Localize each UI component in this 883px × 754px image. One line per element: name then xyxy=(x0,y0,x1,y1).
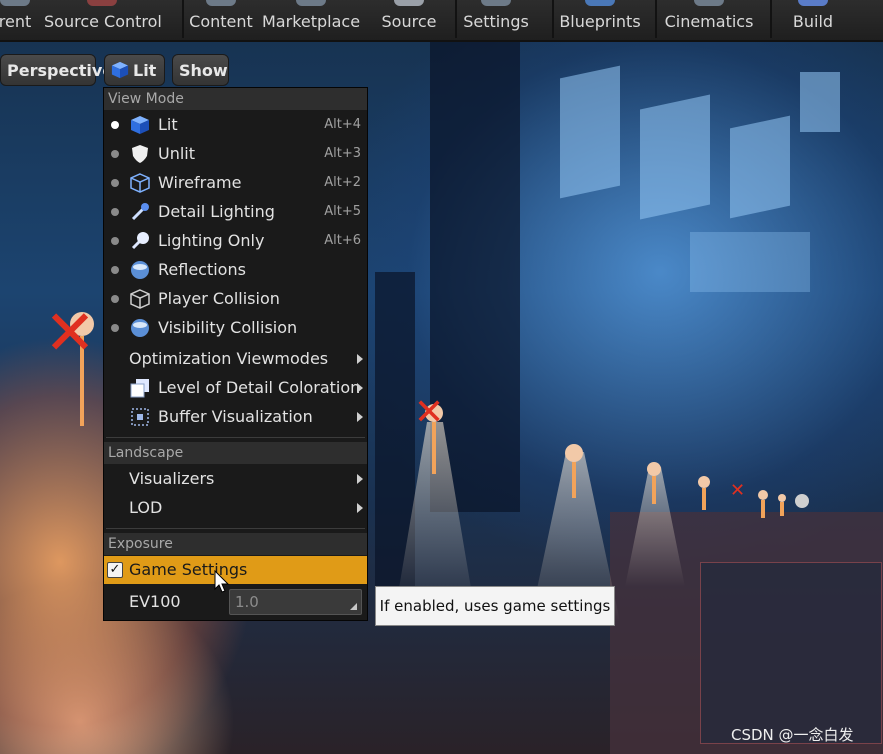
menu-item-lighting-only[interactable]: Lighting Only Alt+6 xyxy=(104,226,367,255)
menu-item-unlit[interactable]: Unlit Alt+3 xyxy=(104,139,367,168)
play-icon xyxy=(0,0,30,6)
scene-box xyxy=(700,562,882,744)
toolbar-separator xyxy=(655,0,657,38)
view-mode-lit-button[interactable]: Lit xyxy=(104,54,165,86)
toolbar-play-button[interactable]: rent xyxy=(0,0,36,40)
player-collision-icon xyxy=(130,289,150,309)
radio-dot xyxy=(111,121,119,129)
menu-item-buffer-visualization[interactable]: Buffer Visualization xyxy=(104,402,367,431)
toolbar-content-button[interactable]: Content xyxy=(188,0,254,40)
unlit-shield-icon xyxy=(132,145,148,163)
radio-dot xyxy=(111,150,119,158)
submenu-arrow-icon xyxy=(357,474,363,484)
buffer-visualization-icon xyxy=(131,408,149,426)
spotlight-icon[interactable] xyxy=(778,494,786,516)
menu-item-game-settings[interactable]: ✓ Game Settings xyxy=(104,556,367,584)
blueprints-icon xyxy=(585,0,615,6)
landscape-header: Landscape xyxy=(104,442,367,464)
menu-item-wireframe[interactable]: Wireframe Alt+2 xyxy=(104,168,367,197)
game-settings-checkbox[interactable]: ✓ xyxy=(107,562,123,578)
submenu-arrow-icon xyxy=(357,383,363,393)
error-x-icon: ✕ xyxy=(414,392,445,433)
radio-dot xyxy=(111,266,119,274)
scene-window xyxy=(730,115,790,219)
toolbar-separator xyxy=(552,0,554,38)
scene-window xyxy=(690,232,810,292)
visibility-collision-icon xyxy=(131,319,149,337)
toolbar-source-control-button[interactable]: Source Control xyxy=(44,0,162,40)
exposure-header: Exposure xyxy=(104,533,367,555)
submenu-arrow-icon xyxy=(357,503,363,513)
menu-item-lit[interactable]: Lit Alt+4 xyxy=(104,110,367,139)
toolbar-cinematics-button[interactable]: Cinematics xyxy=(664,0,754,40)
game-settings-tooltip: If enabled, uses game settings xyxy=(375,586,615,626)
radio-dot xyxy=(111,208,119,216)
marketplace-icon xyxy=(296,0,326,6)
submenu-arrow-icon xyxy=(357,354,363,364)
radio-dot xyxy=(111,179,119,187)
watermark-text: CSDN @一念白发 xyxy=(731,726,854,744)
menu-item-visibility-collision[interactable]: Visibility Collision xyxy=(104,313,367,342)
build-icon xyxy=(798,0,828,6)
menu-item-optimization-viewmodes[interactable]: Optimization Viewmodes xyxy=(104,344,367,373)
menu-separator xyxy=(106,437,365,438)
spotlight-icon[interactable] xyxy=(698,476,710,510)
toolbar-blueprints-button[interactable]: Blueprints xyxy=(558,0,642,40)
main-toolbar: rent Source Control Content Marketplace … xyxy=(0,0,883,42)
lit-cube-icon xyxy=(131,116,149,134)
toolbar-separator xyxy=(770,0,772,38)
resize-grip-icon xyxy=(350,603,357,610)
view-mode-menu: View Mode Lit Alt+4 Unlit Alt+3 Wirefram… xyxy=(103,87,368,621)
perspective-button[interactable]: Perspective xyxy=(0,54,113,86)
error-x-icon: ✕ xyxy=(730,480,746,501)
menu-item-lod[interactable]: LOD xyxy=(104,493,367,522)
show-button[interactable]: Show xyxy=(172,54,229,86)
radio-dot xyxy=(111,237,119,245)
source-icon xyxy=(394,0,424,6)
menu-item-reflections[interactable]: Reflections xyxy=(104,255,367,284)
detail-lighting-icon xyxy=(131,203,149,221)
spotlight-icon[interactable] xyxy=(758,490,768,518)
menu-item-visualizers[interactable]: Visualizers xyxy=(104,464,367,493)
cinematics-icon xyxy=(694,0,724,6)
lit-cube-icon xyxy=(111,61,129,79)
spotlight-icon[interactable] xyxy=(647,462,661,504)
radio-dot xyxy=(111,295,119,303)
menu-item-player-collision[interactable]: Player Collision xyxy=(104,284,367,313)
scene-window xyxy=(800,72,840,132)
view-mode-header: View Mode xyxy=(104,88,367,110)
menu-item-detail-lighting[interactable]: Detail Lighting Alt+5 xyxy=(104,197,367,226)
lod-coloration-icon xyxy=(130,379,149,398)
content-icon xyxy=(206,0,236,6)
spotlight-icon[interactable] xyxy=(565,444,583,498)
menu-separator xyxy=(106,528,365,529)
toolbar-separator xyxy=(455,0,457,38)
source-control-icon xyxy=(87,0,117,6)
toolbar-build-button[interactable]: Build xyxy=(786,0,840,40)
lighting-only-icon xyxy=(131,232,149,250)
menu-item-level-of-detail-coloration[interactable]: Level of Detail Coloration xyxy=(104,373,367,402)
scene-window xyxy=(560,65,620,199)
wireframe-cube-icon xyxy=(130,173,150,193)
reflections-sphere-icon xyxy=(131,261,149,279)
toolbar-separator xyxy=(182,0,184,38)
sky-light-icon[interactable] xyxy=(795,494,809,508)
submenu-arrow-icon xyxy=(357,412,363,422)
radio-dot xyxy=(111,324,119,332)
toolbar-settings-button[interactable]: Settings xyxy=(462,0,530,40)
settings-icon xyxy=(481,0,511,6)
ev100-spinbox[interactable]: 1.0 xyxy=(229,589,362,615)
error-x-icon: ✕ xyxy=(44,296,96,369)
scene-window xyxy=(640,94,710,220)
mouse-cursor-icon xyxy=(214,570,230,593)
toolbar-marketplace-button[interactable]: Marketplace xyxy=(262,0,360,40)
toolbar-source-button[interactable]: Source xyxy=(378,0,440,40)
